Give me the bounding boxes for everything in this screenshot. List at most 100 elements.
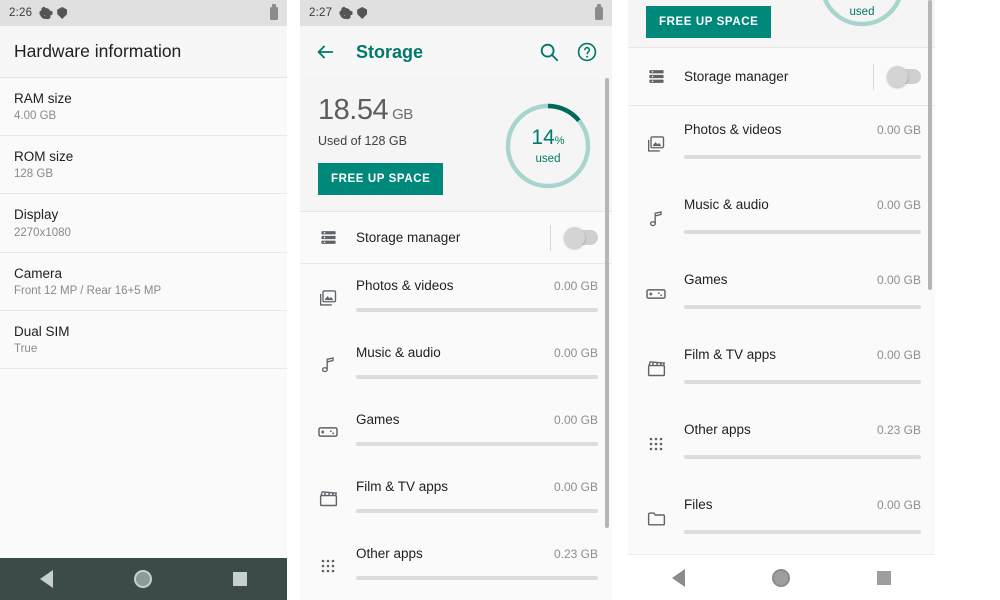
storage-category-row[interactable]: Film & TV apps 0.00 GB <box>300 465 612 532</box>
storage-category-name: Games <box>356 412 400 427</box>
storage-category-row[interactable]: Music & audio 0.00 GB <box>300 331 612 398</box>
storage-category-size: 0.00 GB <box>553 279 598 293</box>
storage-manager-toggle[interactable] <box>564 227 598 248</box>
battery-icon <box>595 6 603 20</box>
storage-category-size: 0.00 GB <box>876 198 921 212</box>
storage-category-name: Music & audio <box>356 345 441 360</box>
storage-category-bar <box>356 576 598 580</box>
battery-icon <box>270 6 278 20</box>
photos-videos-icon <box>648 135 665 152</box>
storage-manager-toggle[interactable] <box>887 66 921 87</box>
free-up-space-button[interactable]: FREE UP SPACE <box>318 163 444 195</box>
storage-category-row[interactable]: Film & TV apps 0.00 GB <box>628 331 935 406</box>
hardware-row-value: True <box>14 343 38 356</box>
storage-used-value: 18.54 <box>318 94 389 126</box>
storage-category-bar <box>684 155 921 159</box>
hardware-row-value: 2270x1080 <box>14 226 71 239</box>
storage-manager-label: Storage manager <box>356 230 461 245</box>
shield-icon <box>57 7 68 19</box>
search-icon[interactable] <box>538 41 560 63</box>
storage-category-row[interactable]: Music & audio 0.00 GB <box>628 181 935 256</box>
hardware-row-value: 4.00 GB <box>14 110 57 123</box>
storage-category-name: Music & audio <box>684 197 769 212</box>
storage-category-row[interactable]: Photos & videos 0.00 GB <box>300 264 612 331</box>
storage-category-row[interactable]: Games 0.00 GB <box>300 398 612 465</box>
storage-category-size: 0.23 GB <box>553 547 598 561</box>
storage-category-size: 0.00 GB <box>553 346 598 360</box>
storage-category-name: Files <box>684 497 713 512</box>
storage-category-bar <box>684 230 921 234</box>
page-title: Hardware information <box>0 26 287 78</box>
storage-summary-partial: FREE UP SPACE used <box>628 0 935 48</box>
storage-category-size: 0.00 GB <box>553 480 598 494</box>
hardware-row-value: 128 GB <box>14 168 53 181</box>
app-bar-title: Storage <box>356 41 424 62</box>
status-bar-time: 2:26 <box>9 7 33 19</box>
shield-icon <box>357 7 368 19</box>
storage-category-bar <box>684 305 921 309</box>
hardware-row-label: Dual SIM <box>14 323 70 339</box>
panel-storage: 2:27 Storage 18.54 GB Used of 128 GB FRE… <box>300 0 612 600</box>
storage-category-name: Photos & videos <box>356 278 454 293</box>
hardware-row-label: ROM size <box>14 149 74 165</box>
film-tv-apps-icon <box>647 361 665 377</box>
storage-category-bar <box>684 530 921 534</box>
hardware-row-label: Camera <box>14 265 63 281</box>
donut-percent-number: 14 <box>531 126 555 149</box>
donut-percent-symbol: % <box>554 135 565 147</box>
status-bar-time: 2:27 <box>309 7 333 19</box>
storage-category-bar <box>684 455 921 459</box>
storage-category-name: Photos & videos <box>684 122 782 137</box>
storage-manager-row[interactable]: Storage manager <box>300 212 612 264</box>
scrollbar-thumb[interactable] <box>928 0 932 290</box>
status-bar: 2:26 <box>0 0 287 26</box>
storage-category-bar <box>356 375 598 379</box>
storage-summary: 18.54 GB Used of 128 GB FREE UP SPACE 14%… <box>300 78 612 212</box>
hardware-row-display[interactable]: Display 2270x1080 <box>0 194 287 253</box>
donut-percent-value: 14% <box>531 127 564 148</box>
screenshot-stage: 2:26 Hardware information RAM size 4.00 … <box>0 0 1000 600</box>
storage-category-size: 0.00 GB <box>876 123 921 137</box>
recents-icon[interactable] <box>877 570 892 585</box>
help-icon[interactable] <box>576 41 598 63</box>
storage-category-name: Other apps <box>684 422 751 437</box>
storage-usage-donut-chart: 14% used <box>502 100 594 192</box>
back-icon[interactable] <box>671 568 685 587</box>
back-arrow-icon[interactable] <box>314 41 336 63</box>
storage-category-row[interactable]: Photos & videos 0.00 GB <box>628 106 935 181</box>
games-icon <box>318 426 338 437</box>
storage-category-row[interactable]: Files 0.00 GB <box>628 481 935 556</box>
scrollbar-thumb[interactable] <box>605 78 609 528</box>
storage-category-row[interactable]: Other apps 0.23 GB <box>628 406 935 481</box>
app-bar: Storage <box>300 26 612 78</box>
music-audio-icon <box>321 356 334 372</box>
storage-total-label: Used of 128 GB <box>318 134 407 148</box>
storage-manager-icon <box>648 70 664 83</box>
home-icon[interactable] <box>133 570 152 588</box>
donut-caption: used <box>849 6 875 18</box>
system-navigation-bar <box>0 558 287 600</box>
recents-icon[interactable] <box>232 572 247 586</box>
storage-category-size: 0.00 GB <box>553 413 598 427</box>
other-apps-icon <box>321 559 335 572</box>
storage-manager-row[interactable]: Storage manager <box>628 48 935 106</box>
storage-category-bar <box>356 308 598 312</box>
status-bar: 2:27 <box>300 0 612 26</box>
storage-category-size: 0.00 GB <box>876 273 921 287</box>
storage-category-row[interactable]: Games 0.00 GB <box>628 256 935 331</box>
hardware-row-ram[interactable]: RAM size 4.00 GB <box>0 78 287 137</box>
storage-category-size: 0.23 GB <box>876 423 921 437</box>
hardware-row-dual-sim[interactable]: Dual SIM True <box>0 310 287 370</box>
donut-caption: used <box>535 153 561 165</box>
storage-category-bar <box>356 442 598 446</box>
hardware-row-label: Display <box>14 207 59 223</box>
hardware-row-camera[interactable]: Camera Front 12 MP / Rear 16+5 MP <box>0 252 287 311</box>
free-up-space-button[interactable]: FREE UP SPACE <box>646 6 772 38</box>
hardware-row-rom[interactable]: ROM size 128 GB <box>0 136 287 195</box>
storage-used-amount: 18.54 GB <box>318 96 502 125</box>
other-apps-icon <box>649 437 663 450</box>
home-icon[interactable] <box>771 568 790 587</box>
storage-category-row[interactable]: Other apps 0.23 GB <box>300 532 612 599</box>
back-icon[interactable] <box>40 570 54 588</box>
photos-videos-icon <box>320 289 337 306</box>
